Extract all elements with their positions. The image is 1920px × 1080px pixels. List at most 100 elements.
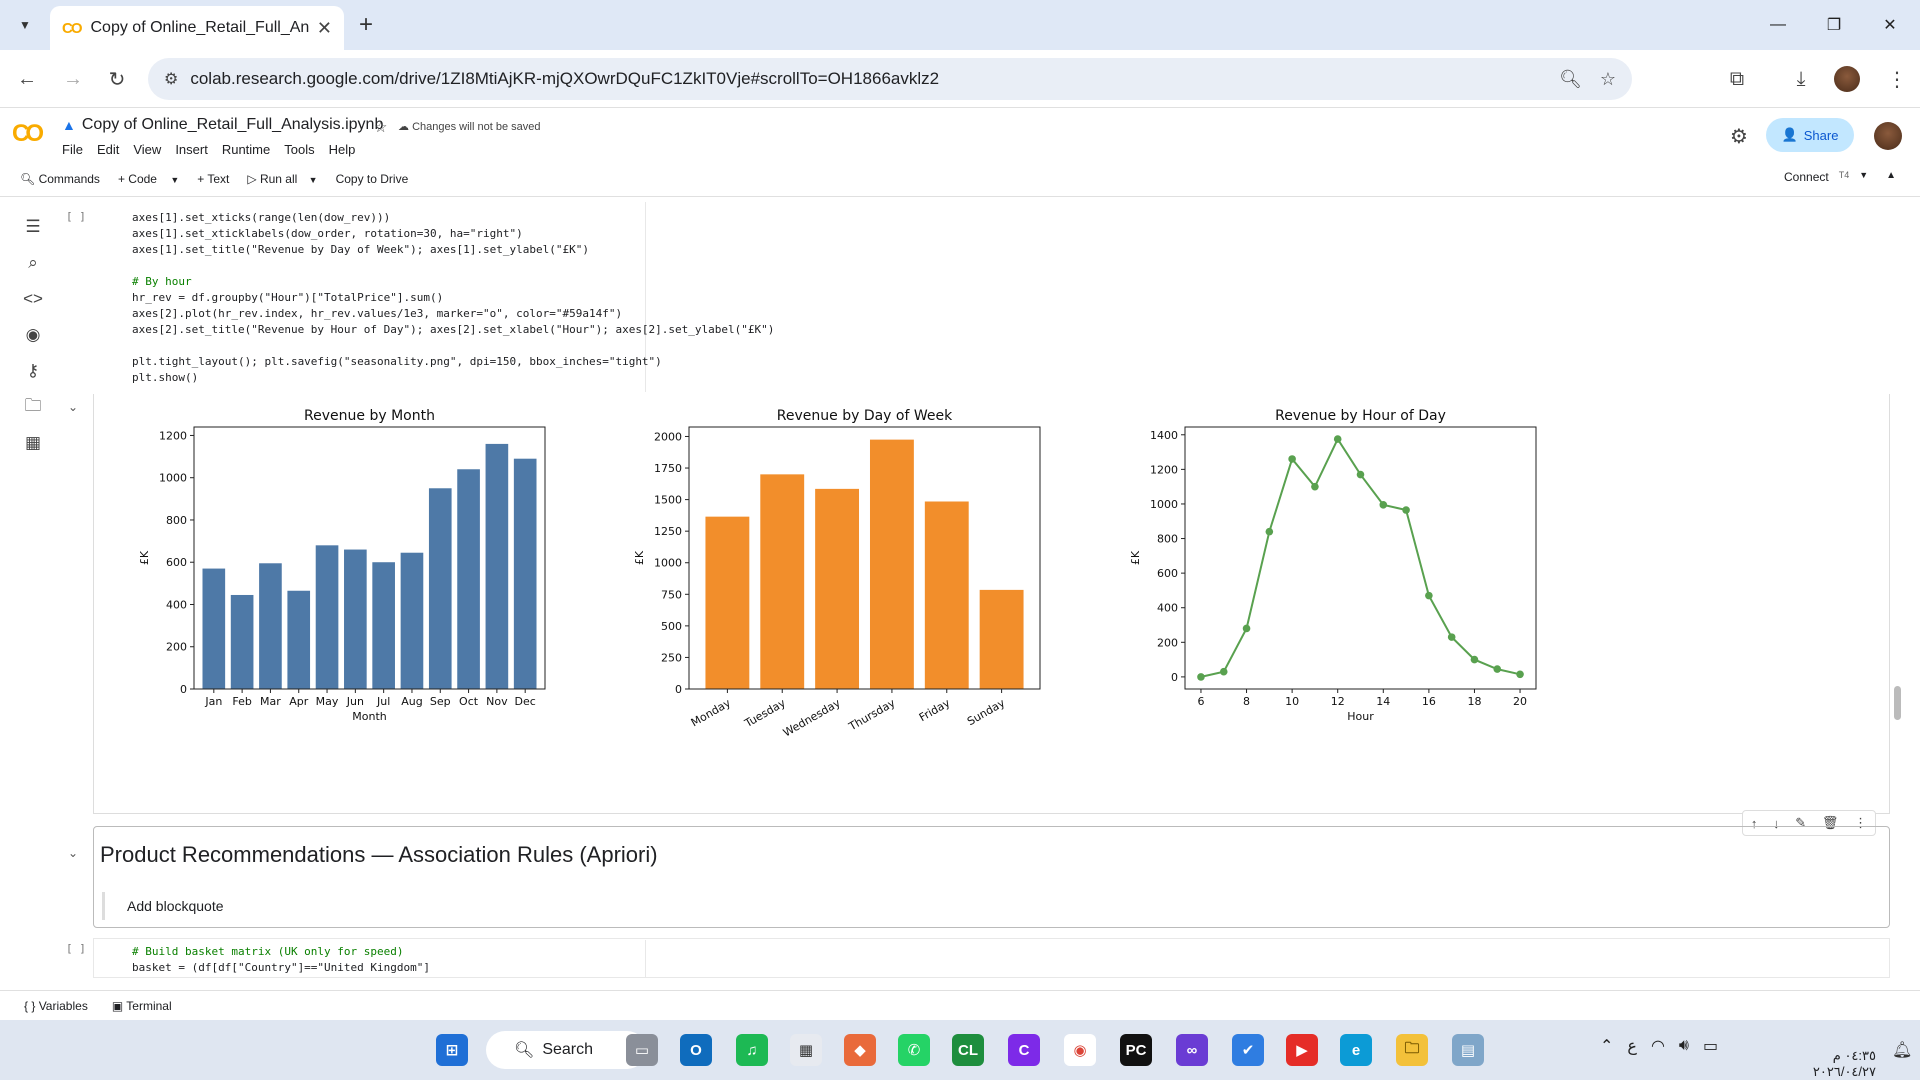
close-tab-icon[interactable]: ✕ <box>317 18 332 39</box>
clock[interactable]: ٠٤:٣٥ م ٢٠٢٦/٠٤/٢٧ <box>1796 1048 1876 1080</box>
variables-button[interactable]: { } Variables <box>24 999 88 1013</box>
code-comment[interactable]: # By hour <box>132 274 192 290</box>
address-bar[interactable]: ⚙ colab.research.google.com/drive/1ZI8Mt… <box>148 58 1632 100</box>
code-line[interactable]: plt.show() <box>132 370 198 386</box>
menu-tools[interactable]: Tools <box>284 142 314 157</box>
task-view-icon[interactable]: ▭ <box>626 1034 658 1066</box>
data-table-icon[interactable]: ▦ <box>20 430 46 456</box>
canva-icon[interactable]: C <box>1008 1034 1040 1066</box>
add-code-button[interactable]: + Code ▼ <box>118 172 179 186</box>
chevron-down-icon[interactable]: ▼ <box>309 175 318 185</box>
run-all-button[interactable]: ▷ Run all ▼ <box>247 172 317 186</box>
settings-gear-icon[interactable]: ⚙ <box>1730 124 1748 149</box>
colab-logo[interactable]: CO <box>12 120 44 148</box>
menu-file[interactable]: File <box>62 142 83 157</box>
chevron-down-icon[interactable]: ▼ <box>170 175 179 185</box>
extensions-icon[interactable]: ⧉ <box>1720 62 1754 96</box>
code-snippets-icon[interactable]: <> <box>20 286 46 312</box>
site-info-icon[interactable]: ⚙ <box>164 69 178 89</box>
outlook-icon[interactable]: O <box>680 1034 712 1066</box>
input-language[interactable]: ع <box>1627 1036 1637 1056</box>
share-button[interactable]: 👤 Share <box>1766 118 1854 152</box>
star-icon[interactable]: ☆ <box>374 118 387 136</box>
pycharm-icon[interactable]: PC <box>1120 1034 1152 1066</box>
menu-edit[interactable]: Edit <box>97 142 119 157</box>
bookmark-star-icon[interactable]: ☆ <box>1600 69 1616 90</box>
visual-studio-icon[interactable]: ∞ <box>1176 1034 1208 1066</box>
files-folder-icon[interactable]: 🗀 <box>20 394 46 420</box>
y-tick-label: 1000 <box>159 472 187 485</box>
copy-to-drive-button[interactable]: Copy to Drive <box>336 172 409 186</box>
browser-tab[interactable]: CO Copy of Online_Retail_Full_Anal ✕ <box>50 6 344 50</box>
scrollbar-thumb[interactable] <box>1894 686 1901 720</box>
data-point <box>1402 506 1410 514</box>
menu-insert[interactable]: Insert <box>175 142 208 157</box>
battery-icon[interactable]: ▭ <box>1703 1036 1718 1056</box>
profile-avatar[interactable] <box>1834 66 1860 92</box>
search-icon: 🔍︎ <box>514 1042 535 1059</box>
taskbar-search[interactable]: 🔍︎ Search <box>486 1031 646 1069</box>
connect-runtime[interactable]: Connect T4 ▼ ▲ <box>1784 170 1896 184</box>
app-icon[interactable]: ▤ <box>1452 1034 1484 1066</box>
data-point <box>1288 455 1296 463</box>
code-line[interactable]: plt.tight_layout(); plt.savefig("seasona… <box>132 354 662 370</box>
secrets-icon[interactable]: ◉ <box>20 322 46 348</box>
y-tick-label: 200 <box>1157 636 1178 649</box>
new-tab-button[interactable]: + <box>352 11 380 39</box>
clion-icon[interactable]: CL <box>952 1034 984 1066</box>
code-line[interactable]: axes[1].set_xticks(range(len(dow_rev))) <box>132 210 390 226</box>
back-button[interactable]: ← <box>10 62 44 96</box>
minimize-button[interactable]: — <box>1758 10 1798 40</box>
copilot-icon[interactable]: ◆ <box>844 1034 876 1066</box>
download-icon[interactable]: ⤓ <box>1784 62 1818 96</box>
todo-icon[interactable]: ✔ <box>1232 1034 1264 1066</box>
close-window-button[interactable]: ✕ <box>1870 10 1910 40</box>
x-tick-label: Mar <box>260 695 281 708</box>
youtube-icon[interactable]: ▶ <box>1286 1034 1318 1066</box>
file-explorer-icon[interactable]: 🗀 <box>1396 1034 1428 1066</box>
terminal-button[interactable]: ▣ Terminal <box>112 999 172 1013</box>
volume-icon[interactable]: 🔊︎ <box>1679 1037 1689 1055</box>
collapse-section-icon[interactable]: ⌄ <box>68 846 78 860</box>
chevron-up-icon[interactable]: ▲ <box>1886 170 1896 184</box>
table-of-contents-icon[interactable]: ☰ <box>20 214 46 240</box>
restore-button[interactable]: ❐ <box>1814 10 1854 40</box>
code-line[interactable]: axes[2].set_title("Revenue by Hour of Da… <box>132 322 774 338</box>
code-line[interactable]: axes[1].set_xticklabels(dow_order, rotat… <box>132 226 523 242</box>
key-icon[interactable]: ⚷ <box>20 358 46 384</box>
spotify-icon[interactable]: ♫ <box>736 1034 768 1066</box>
notebook-title[interactable]: Copy of Online_Retail_Full_Analysis.ipyn… <box>82 116 384 134</box>
blockquote-bar <box>102 892 105 920</box>
code-line[interactable]: basket = (df[df["Country"]=="United King… <box>132 960 430 976</box>
wifi-icon[interactable]: ◠ <box>1651 1036 1665 1056</box>
code-line[interactable]: axes[1].set_title("Revenue by Day of Wee… <box>132 242 589 258</box>
chrome-icon[interactable]: ◉ <box>1064 1034 1096 1066</box>
chevron-up-icon[interactable]: ⌃ <box>1600 1036 1613 1056</box>
code-line[interactable]: axes[2].plot(hr_rev.index, hr_rev.values… <box>132 306 622 322</box>
reload-button[interactable]: ↻ <box>100 62 134 96</box>
run-cell-button[interactable]: [ ] <box>66 210 86 223</box>
edge-icon[interactable]: e <box>1340 1034 1372 1066</box>
tab-search-button[interactable]: ▼ <box>12 12 38 38</box>
browser-menu-icon[interactable]: ⋮ <box>1880 62 1914 96</box>
run-cell-button[interactable]: [ ] <box>66 942 86 955</box>
menu-help[interactable]: Help <box>329 142 356 157</box>
url-text[interactable]: colab.research.google.com/drive/1ZI8MtiA… <box>190 69 1541 89</box>
forward-button[interactable]: → <box>56 62 90 96</box>
chevron-down-icon[interactable]: ▼ <box>1859 170 1868 184</box>
find-replace-icon[interactable]: ⌕ <box>20 250 46 276</box>
notification-bell-icon[interactable]: 🔔︎ <box>1892 1040 1912 1060</box>
store-icon[interactable]: ▦ <box>790 1034 822 1066</box>
menu-runtime[interactable]: Runtime <box>222 142 270 157</box>
code-line[interactable]: hr_rev = df.groupby("Hour")["TotalPrice"… <box>132 290 443 306</box>
start-windows-icon[interactable]: ⊞ <box>436 1034 468 1066</box>
account-avatar[interactable] <box>1874 122 1902 150</box>
menu-view[interactable]: View <box>133 142 161 157</box>
whatsapp-icon[interactable]: ✆ <box>898 1034 930 1066</box>
add-text-button[interactable]: + Text <box>197 172 229 186</box>
connect-label[interactable]: Connect <box>1784 170 1829 184</box>
commands-button[interactable]: 🔍︎ Commands <box>20 172 100 186</box>
collapse-output-icon[interactable]: ⌄ <box>68 400 78 414</box>
code-comment[interactable]: # Build basket matrix (UK only for speed… <box>132 944 404 960</box>
zoom-icon[interactable]: 🔍︎ <box>1559 69 1582 90</box>
